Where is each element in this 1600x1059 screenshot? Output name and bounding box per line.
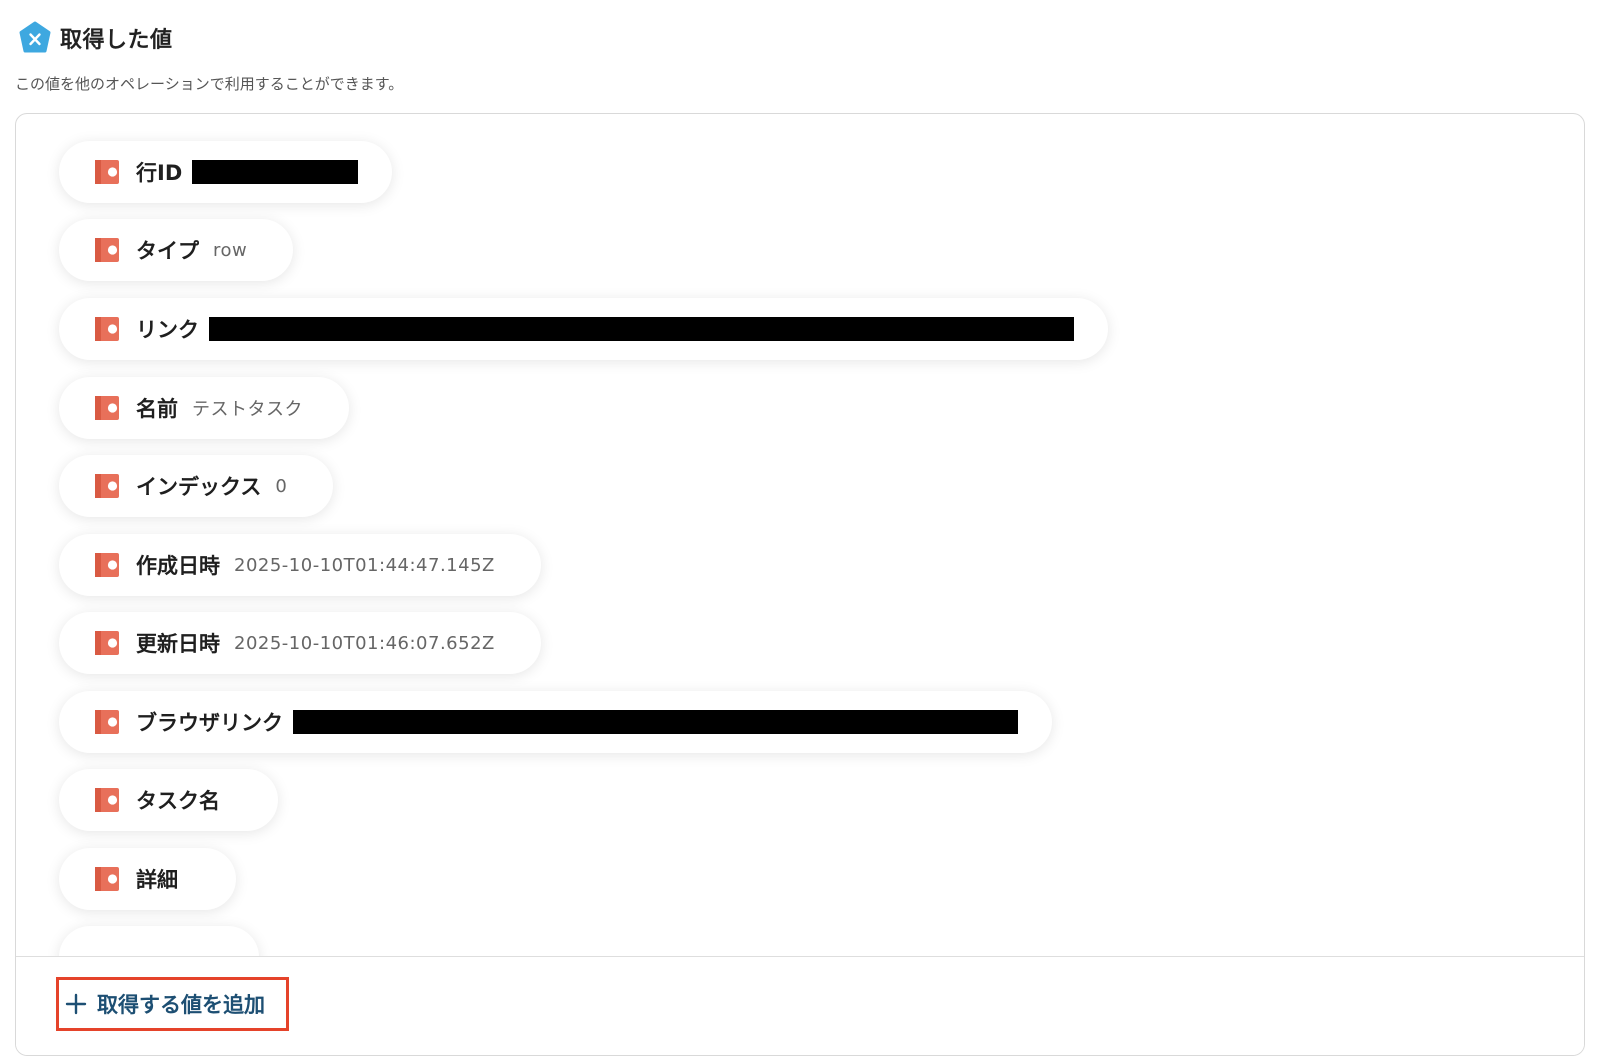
plus-icon — [65, 993, 87, 1015]
add-value-button[interactable]: 取得する値を追加 — [56, 977, 289, 1031]
chip-label: インデックス — [136, 475, 262, 499]
redacted-value — [192, 160, 359, 184]
page-title: 取得した値 — [60, 28, 173, 53]
chip-label: 詳細 — [136, 868, 178, 892]
coda-doc-icon — [95, 317, 119, 341]
value-chip[interactable]: タイプ row — [59, 219, 294, 281]
chip-value: 0 — [275, 475, 288, 497]
chip-label: リンク — [136, 318, 199, 342]
chip-value: テストタスク — [192, 399, 303, 420]
add-value-label: 取得する値を追加 — [97, 993, 265, 1017]
values-panel: 行ID タイプ row リンク名前 テストタスクインデックス 0 作成日時 2025-10-1… — [15, 113, 1585, 1056]
chip-label: 名前 — [136, 397, 178, 421]
redacted-value — [293, 710, 1018, 734]
value-chip[interactable]: タスク名 — [59, 769, 278, 831]
coda-doc-icon — [95, 474, 119, 498]
chip-label: 更新日時 — [136, 632, 220, 656]
chip-value: row — [213, 239, 248, 261]
coda-doc-icon — [95, 788, 119, 812]
value-chip[interactable]: ブラウザリンク — [59, 691, 1052, 753]
coda-doc-icon — [95, 396, 119, 420]
chip-value: 2025-10-10T01:44:47.145Z — [234, 554, 495, 576]
value-chip[interactable]: インデックス 0 — [59, 455, 334, 517]
coda-doc-icon — [95, 160, 119, 184]
chip-value: 2025-10-10T01:46:07.652Z — [234, 632, 495, 654]
values-list: 行ID タイプ row リンク名前 テストタスクインデックス 0 作成日時 2025-10-1… — [16, 114, 1584, 956]
chip-label: 行ID — [136, 161, 183, 185]
value-chip[interactable]: 作成日時 2025-10-10T01:44:47.145Z — [59, 534, 541, 596]
chip-label: 作成日時 — [136, 554, 220, 578]
chip-label: ブラウザリンク — [136, 711, 283, 735]
value-chip[interactable]: リンク — [59, 298, 1108, 360]
chip-label: タイプ — [136, 239, 199, 263]
value-chip[interactable]: 名前 テストタスク — [59, 377, 349, 439]
coda-doc-icon — [95, 867, 119, 891]
coda-doc-icon — [95, 631, 119, 655]
redacted-value — [209, 317, 1074, 341]
value-chip-partial[interactable] — [59, 926, 259, 956]
x-pentagon-icon — [19, 21, 51, 53]
value-chip[interactable]: 更新日時 2025-10-10T01:46:07.652Z — [59, 612, 541, 674]
coda-doc-icon — [95, 553, 119, 577]
panel-footer: 取得する値を追加 — [16, 956, 1584, 1055]
value-chip[interactable]: 詳細 — [59, 848, 236, 910]
chip-label: タスク名 — [136, 789, 220, 813]
description-text: この値を他のオペレーションで利用することができます。 — [15, 75, 404, 93]
section-header: 取得した値 — [18, 20, 173, 56]
coda-doc-icon — [95, 710, 119, 734]
value-chip[interactable]: 行ID — [59, 141, 393, 203]
coda-doc-icon — [95, 238, 119, 262]
